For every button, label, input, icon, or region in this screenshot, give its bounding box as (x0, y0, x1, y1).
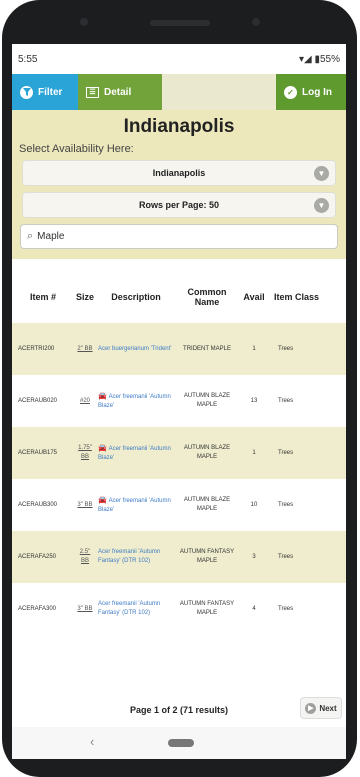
location-select-value: Indianapolis (152, 168, 206, 178)
availability-label: Select Availability Here: (19, 143, 134, 155)
results-area: Item # Size Description Common Name Avai… (12, 259, 346, 635)
cell-description[interactable]: Acer buergerianum 'Trident' (96, 323, 176, 375)
cell-description[interactable]: 🚘 Acer freemanii 'Autumn Blaze' (96, 375, 176, 427)
next-page-button[interactable]: ▶ Next (300, 697, 342, 719)
login-label: Log In (302, 86, 332, 98)
description-link[interactable]: Acer freemanii 'Autumn Blaze' (98, 498, 171, 513)
cell-description[interactable]: Acer freemanii 'Autumn Fantasy' (DTR 102… (96, 583, 176, 635)
cell-class: Trees (270, 583, 346, 635)
header-item[interactable]: Item # (12, 271, 74, 323)
cell-item: ACERAFA300 (12, 583, 74, 635)
rows-per-page-select[interactable]: Rows per Page: 50 ▼ (22, 192, 336, 218)
search-icon: ⌕ (27, 230, 34, 242)
cell-item: ACERAUB020 (12, 375, 74, 427)
cell-size[interactable]: 1.75" BB (74, 427, 96, 479)
chevron-down-icon: ▼ (314, 166, 329, 181)
status-indicators: ▾◢ ▮55% (298, 53, 340, 65)
cell-avail: 13 (238, 375, 270, 427)
toolbar: Filter ☰ Detail ✓ Log In (12, 74, 346, 110)
cell-class: Trees (270, 427, 346, 479)
cell-class: Trees (270, 479, 346, 531)
search-value: Maple (37, 231, 65, 242)
status-time: 5:55 (18, 53, 38, 65)
toolbar-spacer (162, 74, 276, 110)
login-button[interactable]: ✓ Log In (276, 74, 346, 110)
list-icon: ☰ (86, 86, 99, 98)
home-pill-icon[interactable] (168, 739, 194, 747)
cell-item: ACERAUB175 (12, 427, 74, 479)
cell-size[interactable]: 2.5" BB (74, 531, 96, 583)
table-row[interactable]: ACERAUB175 1.75" BB 🚘 Acer freemanii 'Au… (12, 427, 346, 479)
location-select[interactable]: Indianapolis ▼ (22, 160, 336, 186)
camera-icon (80, 18, 88, 26)
cell-common-name: AUTUMN FANTASY MAPLE (176, 531, 238, 583)
detail-button[interactable]: ☰ Detail (78, 74, 162, 110)
cell-class: Trees (270, 323, 346, 375)
cell-avail: 1 (238, 323, 270, 375)
cell-common-name: AUTUMN BLAZE MAPLE (176, 375, 238, 427)
phone-top-bezel (26, 6, 334, 36)
header-avail[interactable]: Avail (238, 271, 270, 323)
table-row[interactable]: ACERAFA300 3" BB Acer freemanii 'Autumn … (12, 583, 346, 635)
table-row[interactable]: ACERAUB020 #20 🚘 Acer freemanii 'Autumn … (12, 375, 346, 427)
speaker-grille (150, 20, 210, 26)
filter-label: Filter (38, 86, 63, 98)
header-description[interactable]: Description (96, 271, 176, 323)
cell-item: ACERTRI200 (12, 323, 74, 375)
detail-label: Detail (104, 86, 132, 98)
search-input[interactable]: ⌕ Maple (20, 224, 338, 249)
table-row[interactable]: ACERAUB300 3" BB 🚘 Acer freemanii 'Autum… (12, 479, 346, 531)
description-link[interactable]: Acer freemanii 'Autumn Blaze' (98, 394, 171, 409)
description-link[interactable]: Acer freemanii 'Autumn Fantasy' (DTR 102… (98, 601, 160, 616)
rows-per-page-value: Rows per Page: 50 (138, 200, 220, 210)
cell-size[interactable]: 3" BB (74, 479, 96, 531)
cell-description[interactable]: 🚘 Acer freemanii 'Autumn Blaze' (96, 427, 176, 479)
cell-description[interactable]: Acer freemanii 'Autumn Fantasy' (DTR 102… (96, 531, 176, 583)
cell-size[interactable]: #20 (74, 375, 96, 427)
description-link[interactable]: Acer buergerianum 'Trident' (98, 346, 171, 352)
cell-common-name: AUTUMN FANTASY MAPLE (176, 583, 238, 635)
cell-class: Trees (270, 375, 346, 427)
results-table: Item # Size Description Common Name Avai… (12, 271, 346, 635)
car-icon: 🚘 (98, 392, 109, 400)
arrow-right-icon: ▶ (305, 702, 317, 714)
cell-common-name: AUTUMN BLAZE MAPLE (176, 427, 238, 479)
table-row[interactable]: ACERTRI200 2" BB Acer buergerianum 'Trid… (12, 323, 346, 375)
android-nav-bar: ‹ (12, 727, 346, 759)
table-row[interactable]: ACERAFA250 2.5" BB Acer freemanii 'Autum… (12, 531, 346, 583)
car-icon: 🚘 (98, 496, 109, 504)
cell-avail: 10 (238, 479, 270, 531)
cell-common-name: TRIDENT MAPLE (176, 323, 238, 375)
cell-description[interactable]: 🚘 Acer freemanii 'Autumn Blaze' (96, 479, 176, 531)
back-icon[interactable]: ‹ (90, 734, 94, 749)
filter-icon (20, 85, 33, 99)
description-link[interactable]: Acer freemanii 'Autumn Fantasy' (DTR 102… (98, 549, 160, 564)
app-screen: 5:55 ▾◢ ▮55% Filter ☰ Detail ✓ Log In In… (12, 44, 346, 727)
cell-class: Trees (270, 531, 346, 583)
filter-button[interactable]: Filter (12, 74, 78, 110)
cell-item: ACERAFA250 (12, 531, 74, 583)
cell-avail: 4 (238, 583, 270, 635)
cell-avail: 3 (238, 531, 270, 583)
cell-item: ACERAUB300 (12, 479, 74, 531)
filter-panel: Indianapolis Select Availability Here: I… (12, 110, 346, 259)
sensor-icon (252, 18, 260, 26)
header-size[interactable]: Size (74, 271, 96, 323)
chevron-down-icon: ▼ (314, 198, 329, 213)
check-icon: ✓ (284, 85, 297, 99)
table-header-row: Item # Size Description Common Name Avai… (12, 271, 346, 323)
header-common-name[interactable]: Common Name (176, 271, 238, 323)
cell-avail: 1 (238, 427, 270, 479)
cell-size[interactable]: 2" BB (74, 323, 96, 375)
description-link[interactable]: Acer freemanii 'Autumn Blaze' (98, 446, 171, 461)
next-label: Next (319, 703, 337, 713)
page-title: Indianapolis (123, 116, 235, 137)
pagination-info: Page 1 of 2 (71 results) (129, 705, 229, 715)
cell-size[interactable]: 3" BB (74, 583, 96, 635)
status-bar: 5:55 ▾◢ ▮55% (12, 44, 346, 74)
cell-common-name: AUTUMN BLAZE MAPLE (176, 479, 238, 531)
header-item-class[interactable]: Item Class (270, 271, 346, 323)
car-icon: 🚘 (98, 444, 109, 452)
